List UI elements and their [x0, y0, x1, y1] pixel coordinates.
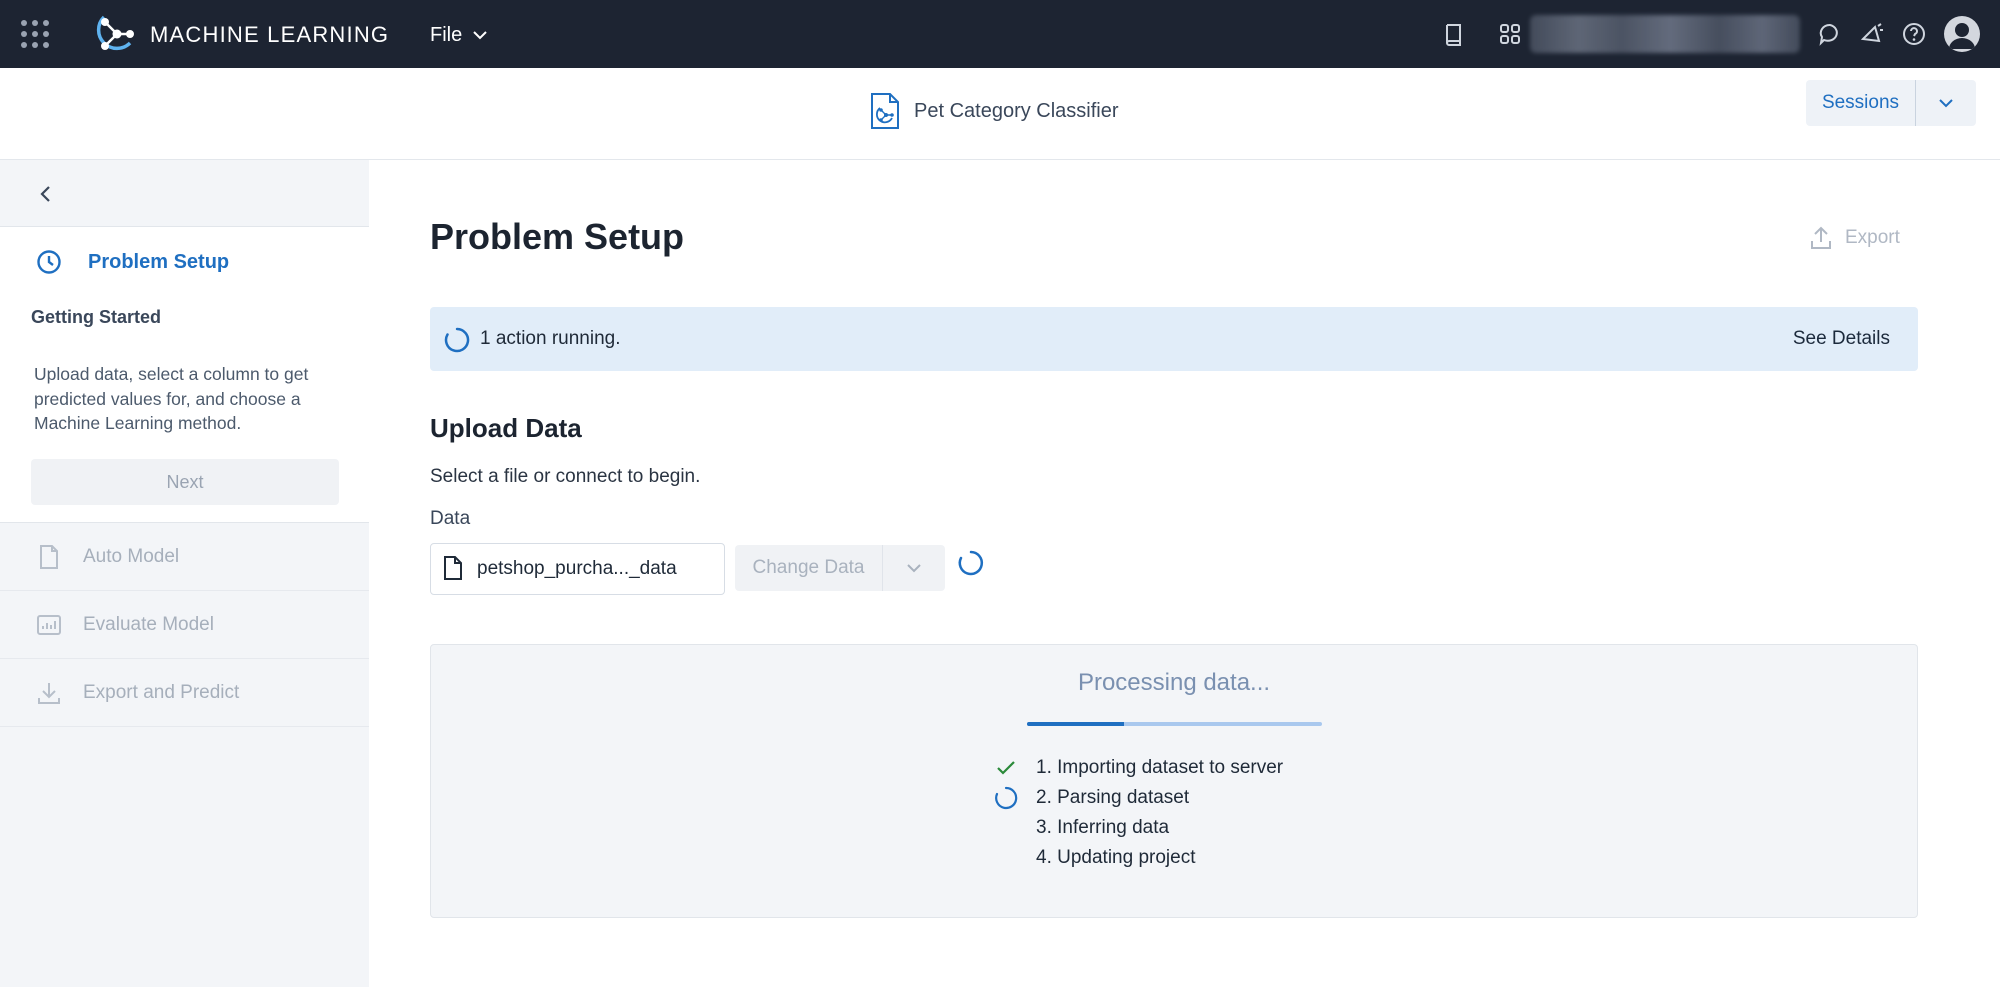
- model-document-icon: [871, 93, 899, 129]
- sessions-dropdown-toggle[interactable]: [1916, 80, 1976, 126]
- processing-step-infer: 3. Inferring data: [994, 813, 1169, 843]
- book-icon[interactable]: [1440, 20, 1468, 48]
- processing-step-parse: 2. Parsing dataset: [994, 783, 1189, 813]
- workflow-sidebar: Problem Setup Getting Started Upload dat…: [0, 160, 369, 987]
- step-evaluate-model-label: Evaluate Model: [83, 613, 214, 635]
- clock-icon: [37, 250, 61, 274]
- document-icon: [40, 544, 58, 569]
- processing-title: Processing data...: [1077, 669, 1271, 696]
- user-avatar-icon[interactable]: [1944, 16, 1980, 52]
- step-problem-setup-label: Problem Setup: [88, 250, 230, 273]
- step-export-and-predict[interactable]: Export and Predict: [0, 659, 369, 727]
- announcement-icon[interactable]: [1858, 20, 1886, 48]
- document-title-text: Pet Category Classifier: [914, 99, 1119, 122]
- selected-file-field[interactable]: petshop_purcha..._data: [430, 543, 725, 595]
- processing-step-update: 4. Updating project: [994, 843, 1196, 873]
- next-button[interactable]: Next: [31, 459, 339, 505]
- download-icon: [38, 682, 60, 704]
- upload-export-icon: [1811, 226, 1831, 249]
- processing-step-label: 2. Parsing dataset: [1036, 787, 1190, 808]
- step-description: Upload data, select a column to get pred…: [34, 364, 309, 433]
- processing-progress-fill: [1027, 722, 1125, 726]
- step-problem-setup: Problem Setup Getting Started Upload dat…: [0, 227, 369, 523]
- export-button[interactable]: Export: [1809, 226, 1900, 250]
- help-icon[interactable]: [1900, 20, 1928, 48]
- upload-data-heading: Upload Data: [430, 413, 582, 443]
- main-content: Problem Setup Export 1 action running. S…: [369, 160, 2000, 987]
- spinner-icon: [444, 327, 470, 353]
- grid-icon[interactable]: [1496, 20, 1524, 48]
- sessions-button[interactable]: Sessions: [1806, 80, 1916, 126]
- step-auto-model[interactable]: Auto Model: [0, 523, 369, 591]
- processing-step-label: 4. Updating project: [1036, 847, 1196, 868]
- spinner-icon: [994, 783, 1024, 813]
- chevron-down-icon: [907, 564, 921, 573]
- collapse-sidebar-button[interactable]: [0, 160, 369, 227]
- loading-spinner-icon: [958, 550, 984, 576]
- change-data-button[interactable]: Change Data: [735, 545, 883, 591]
- getting-started-heading: Getting Started: [31, 307, 162, 327]
- banner-text: 1 action running.: [480, 328, 621, 349]
- document-title: Pet Category Classifier: [870, 92, 1119, 130]
- machine-learning-logo-icon: [96, 13, 136, 55]
- file-menu[interactable]: File: [430, 20, 488, 50]
- processing-progress-bar: [1027, 722, 1322, 726]
- upload-data-subtitle: Select a file or connect to begin.: [430, 466, 701, 487]
- sessions-button-group: Sessions: [1806, 80, 1976, 126]
- file-menu-label: File: [430, 23, 463, 46]
- account-name-blurred: [1530, 15, 1800, 53]
- checkmark-icon: [994, 753, 1024, 783]
- processing-step-label: 3. Inferring data: [1036, 817, 1170, 838]
- see-details-link[interactable]: See Details: [1793, 328, 1890, 350]
- chart-icon: [37, 614, 61, 635]
- change-data-button-group: Change Data: [735, 545, 945, 591]
- step-problem-setup-header[interactable]: Problem Setup: [36, 249, 229, 275]
- app-name: MACHINE LEARNING: [150, 22, 390, 47]
- chevron-down-icon: [473, 31, 487, 40]
- chat-icon[interactable]: [1816, 20, 1844, 48]
- export-button-label: Export: [1845, 227, 1900, 248]
- chevron-down-icon: [1939, 99, 1953, 108]
- change-data-dropdown-toggle[interactable]: [883, 545, 945, 591]
- apps-grid-icon[interactable]: [20, 19, 50, 49]
- processing-step-label: 1. Importing dataset to server: [1036, 757, 1284, 778]
- file-icon: [444, 556, 462, 580]
- document-header: Pet Category Classifier Sessions: [0, 68, 2000, 160]
- page-title: Problem Setup: [430, 216, 685, 257]
- data-field-label: Data: [430, 508, 471, 529]
- selected-file-name: petshop_purcha..._data: [477, 558, 677, 579]
- action-running-banner: 1 action running. See Details: [430, 307, 1918, 371]
- processing-panel: Processing data... 1. Importing dataset …: [430, 644, 1918, 918]
- step-evaluate-model[interactable]: Evaluate Model: [0, 591, 369, 659]
- chevron-left-icon: [40, 186, 50, 202]
- step-auto-model-label: Auto Model: [83, 545, 180, 567]
- top-navigation-bar: MACHINE LEARNING File: [0, 0, 2000, 68]
- step-export-and-predict-label: Export and Predict: [83, 681, 240, 703]
- processing-step-import: 1. Importing dataset to server: [994, 753, 1283, 783]
